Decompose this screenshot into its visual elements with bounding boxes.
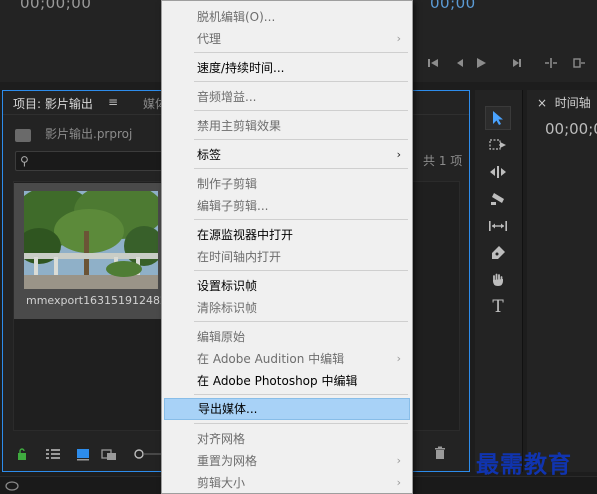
menu-item-label: 重置为网格 bbox=[197, 454, 258, 468]
menu-separator bbox=[194, 270, 408, 271]
menu-item-label: 导出媒体... bbox=[198, 402, 258, 416]
track-select-tool-icon[interactable] bbox=[485, 133, 511, 157]
razor-tool-icon[interactable] bbox=[485, 187, 511, 211]
trash-icon[interactable] bbox=[433, 446, 447, 460]
menu-item-label: 音频增益... bbox=[197, 90, 257, 104]
menu-separator bbox=[194, 219, 408, 220]
menu-item-label: 编辑原始 bbox=[197, 330, 246, 344]
menu-item-label: 制作子剪辑 bbox=[197, 177, 258, 191]
hand-tool-icon[interactable] bbox=[485, 268, 511, 292]
list-view-icon[interactable] bbox=[45, 447, 61, 461]
menu-item-align-to-grid[interactable]: 对齐网格 bbox=[163, 428, 411, 450]
menu-item-label: 代理 bbox=[197, 32, 222, 46]
clip-name: mmexport1631519124829.jpg bbox=[26, 294, 176, 307]
context-menu: 脱机编辑(O)... 代理 › 速度/持续时间... 音频增益... 禁用主剪辑效… bbox=[161, 0, 413, 494]
menu-item-clear-poster-frame[interactable]: 清除标识帧 bbox=[163, 297, 411, 319]
chevron-right-icon: › bbox=[396, 476, 401, 489]
menu-separator bbox=[194, 423, 408, 424]
timeline-panel[interactable]: × 时间轴 00;00;0 bbox=[527, 90, 597, 472]
project-file-name: 影片输出.prproj bbox=[45, 127, 133, 141]
menu-item-edit-subclip[interactable]: 编辑子剪辑... bbox=[163, 195, 411, 217]
menu-item-edit-original[interactable]: 编辑原始 bbox=[163, 326, 411, 348]
menu-item-speed-duration[interactable]: 速度/持续时间... bbox=[163, 57, 411, 79]
menu-separator bbox=[194, 168, 408, 169]
step-forward-icon[interactable] bbox=[503, 52, 529, 74]
freeform-view-icon[interactable] bbox=[101, 447, 117, 461]
menu-item-label: 标签 bbox=[197, 148, 222, 162]
menu-separator bbox=[194, 52, 408, 53]
icon-view-icon[interactable] bbox=[75, 447, 91, 461]
type-tool-icon[interactable]: T bbox=[485, 295, 511, 319]
pen-tool-icon[interactable] bbox=[485, 241, 511, 265]
timeline-tab-label: 时间轴 bbox=[554, 96, 591, 110]
selection-tool-icon[interactable] bbox=[485, 106, 511, 130]
menu-item-label: 清除标识帧 bbox=[197, 301, 258, 315]
menu-separator bbox=[194, 110, 408, 111]
zoom-slider[interactable] bbox=[133, 447, 163, 461]
menu-item-label: 在时间轴内打开 bbox=[197, 250, 282, 264]
tab-timeline[interactable]: × 时间轴 bbox=[537, 94, 591, 111]
project-search-input[interactable]: ⚲ bbox=[15, 151, 165, 171]
menu-item-set-poster-frame[interactable]: 设置标识帧 bbox=[163, 275, 411, 297]
menu-item-label: 速度/持续时间... bbox=[197, 61, 285, 75]
chevron-right-icon: › bbox=[396, 454, 401, 467]
menu-item-offline-edit[interactable]: 脱机编辑(O)... bbox=[163, 6, 411, 28]
menu-item-edit-in-photoshop[interactable]: 在 Adobe Photoshop 中编辑 bbox=[163, 370, 411, 392]
step-back-icon[interactable] bbox=[420, 52, 446, 74]
menu-item-label: 对齐网格 bbox=[197, 432, 246, 446]
watermark-logo: 最需教育 bbox=[476, 451, 572, 478]
menu-item-edit-in-audition[interactable]: 在 Adobe Audition 中编辑 › bbox=[163, 348, 411, 370]
menu-item-export-media[interactable]: 导出媒体... bbox=[164, 398, 410, 420]
ripple-edit-tool-icon[interactable] bbox=[485, 160, 511, 184]
timeline-close-icon[interactable]: × bbox=[537, 96, 547, 110]
menu-item-label: 在 Adobe Photoshop 中编辑 bbox=[197, 374, 358, 388]
menu-item-label: 剪辑大小 bbox=[197, 476, 246, 490]
program-timecode[interactable]: 00;00 bbox=[430, 0, 476, 12]
menu-item-disable-master-clip-effects[interactable]: 禁用主剪辑效果 bbox=[163, 115, 411, 137]
tab-project[interactable]: 项目: 影片输出 bbox=[13, 95, 93, 112]
menu-item-label: 编辑子剪辑... bbox=[197, 199, 269, 213]
menu-item-make-subclip[interactable]: 制作子剪辑 bbox=[163, 173, 411, 195]
menu-separator bbox=[194, 394, 408, 395]
item-count: 共 1 项 bbox=[423, 154, 463, 168]
chevron-right-icon: › bbox=[396, 148, 401, 161]
menu-item-label: 脱机编辑(O)... bbox=[197, 10, 276, 24]
menu-item-label: 在源监视器中打开 bbox=[197, 228, 294, 242]
menu-item-label: 在 Adobe Audition 中编辑 bbox=[197, 352, 345, 366]
lock-icon[interactable] bbox=[15, 447, 31, 461]
status-icon bbox=[4, 479, 20, 493]
overwrite-icon[interactable] bbox=[566, 52, 592, 74]
clip-thumbnail-image bbox=[24, 191, 158, 289]
tools-panel: T bbox=[475, 90, 523, 472]
play-icon[interactable] bbox=[468, 52, 494, 74]
chevron-right-icon: › bbox=[396, 352, 401, 365]
menu-item-reset-to-grid[interactable]: 重置为网格 › bbox=[163, 450, 411, 472]
insert-icon[interactable] bbox=[538, 52, 564, 74]
menu-item-clip-size[interactable]: 剪辑大小 › bbox=[163, 472, 411, 494]
menu-separator bbox=[194, 321, 408, 322]
menu-item-label-submenu[interactable]: 标签 › bbox=[163, 144, 411, 166]
menu-item-proxy[interactable]: 代理 › bbox=[163, 28, 411, 50]
slip-tool-icon[interactable] bbox=[485, 214, 511, 238]
chevron-right-icon: › bbox=[396, 32, 401, 45]
search-icon: ⚲ bbox=[20, 154, 29, 168]
panel-menu-icon[interactable]: ≡ bbox=[108, 95, 118, 109]
menu-separator bbox=[194, 81, 408, 82]
source-timecode[interactable]: 00;00;00 bbox=[20, 0, 91, 12]
project-file-icon bbox=[15, 129, 31, 142]
clip-card[interactable]: mmexport1631519124829.jpg bbox=[14, 183, 176, 319]
clip-thumbnail[interactable] bbox=[24, 191, 158, 289]
menu-item-label: 设置标识帧 bbox=[197, 279, 258, 293]
menu-item-label: 禁用主剪辑效果 bbox=[197, 119, 282, 133]
menu-item-open-in-source-monitor[interactable]: 在源监视器中打开 bbox=[163, 224, 411, 246]
menu-item-audio-gain[interactable]: 音频增益... bbox=[163, 86, 411, 108]
timeline-timecode[interactable]: 00;00;0 bbox=[545, 120, 597, 138]
menu-separator bbox=[194, 139, 408, 140]
menu-item-open-in-timeline[interactable]: 在时间轴内打开 bbox=[163, 246, 411, 268]
